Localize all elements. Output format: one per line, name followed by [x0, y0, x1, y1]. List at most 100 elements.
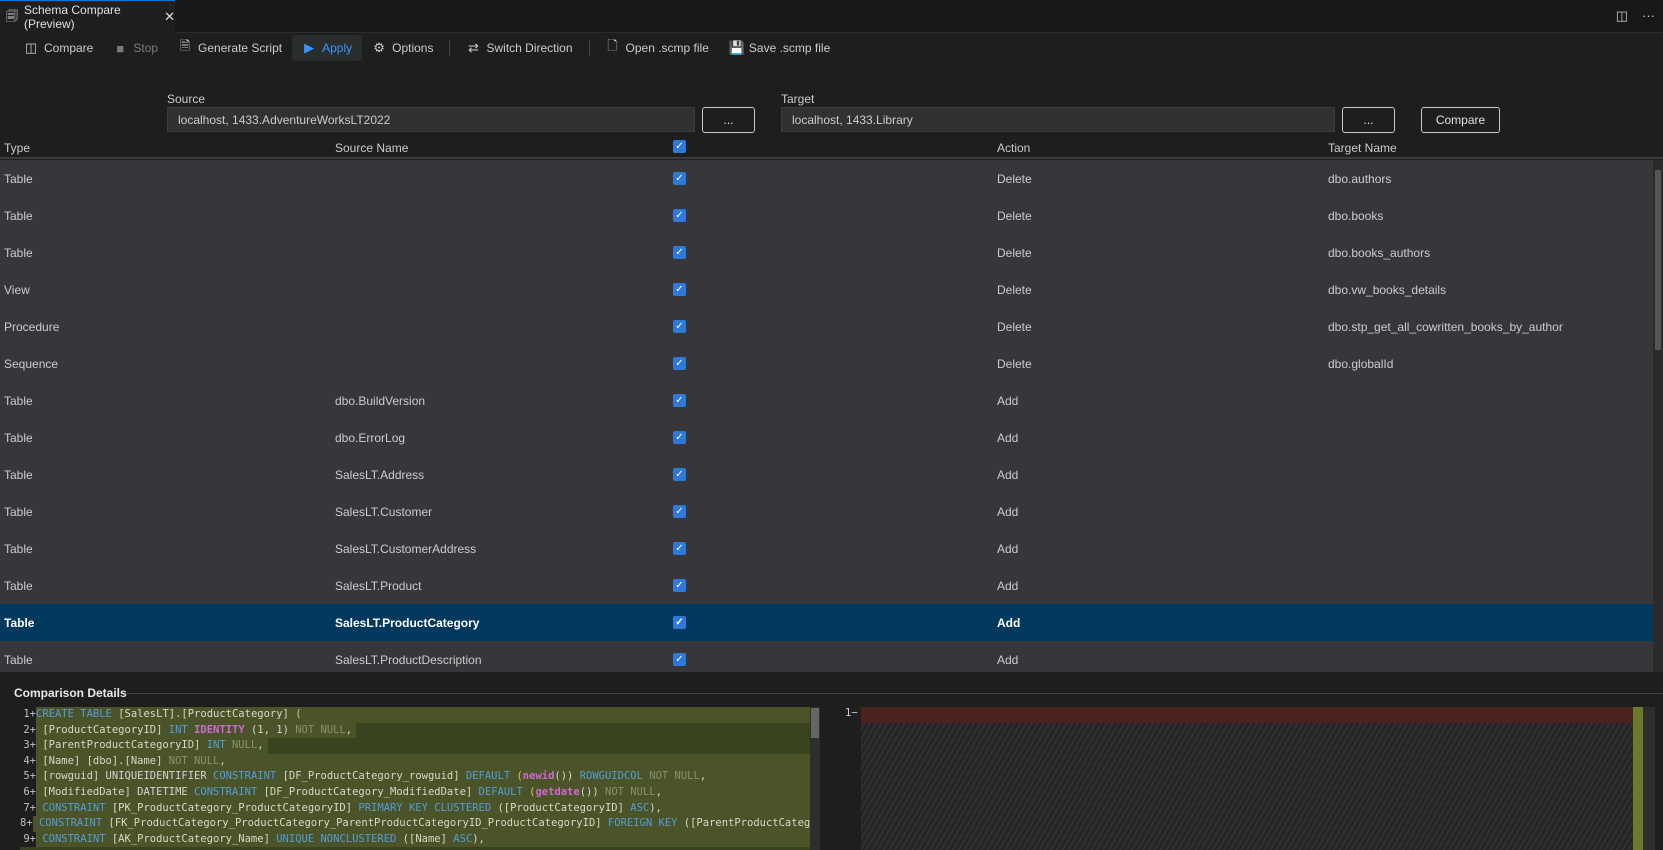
row-include-checkbox[interactable]: ✓	[673, 653, 686, 666]
table-row[interactable]: Table SalesLT.ProductDescription ✓ Add	[0, 641, 1653, 672]
options-button[interactable]: ⚙ Options	[362, 35, 443, 61]
schema-compare-icon: 🗐	[6, 8, 18, 23]
row-action: Delete	[997, 209, 1032, 223]
code-text: [Name] [dbo].[Name] NOT NULL,	[36, 753, 820, 770]
code-text: [ParentProductCategoryID] INT NULL,	[36, 738, 268, 754]
row-source-name: SalesLT.Product	[335, 579, 422, 593]
row-type: Table	[4, 172, 33, 186]
code-line: 2+ [ProductCategoryID] INT IDENTITY (1, …	[20, 722, 820, 739]
row-action: Delete	[997, 320, 1032, 334]
row-source-name: SalesLT.ProductCategory	[335, 616, 480, 630]
table-row[interactable]: Table ✓ Delete dbo.books	[0, 197, 1653, 234]
header-source-name[interactable]: Source Name	[335, 141, 408, 155]
close-tab-icon[interactable]: ✕	[164, 9, 175, 25]
table-row[interactable]: Table SalesLT.ProductCategory ✓ Add	[0, 604, 1653, 641]
table-row[interactable]: View ✓ Delete dbo.vw_books_details	[0, 271, 1653, 308]
select-all-checkbox[interactable]: ✓	[673, 140, 686, 153]
tab-schema-compare[interactable]: 🗐 Schema Compare (Preview) ✕	[0, 0, 175, 33]
save-scmp-file-button[interactable]: 💾 Save .scmp file	[719, 35, 840, 61]
code-token: NOT NULL	[649, 770, 700, 783]
diff-overview-ruler	[1633, 707, 1643, 850]
row-include-checkbox[interactable]: ✓	[673, 431, 686, 444]
row-include-checkbox[interactable]: ✓	[673, 283, 686, 296]
compare-button[interactable]: ◫ Compare	[14, 35, 103, 61]
code-token: (1, 1)	[244, 723, 296, 736]
code-token: FOREIGN KEY	[607, 817, 684, 830]
row-action: Add	[997, 468, 1019, 482]
row-type: Table	[4, 246, 33, 260]
header-type[interactable]: Type	[4, 141, 30, 155]
code-line: 8+ CONSTRAINT [FK_ProductCategory_Produc…	[20, 816, 820, 832]
header-target-name[interactable]: Target Name	[1328, 141, 1397, 155]
compare-button[interactable]: Compare	[1421, 107, 1500, 133]
code-text: [rowguid] UNIQUEIDENTIFIER CONSTRAINT [D…	[36, 769, 820, 785]
stop-button[interactable]: ■ Stop	[103, 35, 168, 61]
row-include-checkbox[interactable]: ✓	[673, 357, 686, 370]
source-input[interactable]: localhost, 1433.AdventureWorksLT2022	[167, 107, 695, 132]
toolbar-label: Generate Script	[198, 41, 283, 55]
code-token: UNIQUE NONCLUSTERED	[276, 832, 403, 845]
row-include-checkbox[interactable]: ✓	[673, 209, 686, 222]
row-include-checkbox[interactable]: ✓	[673, 246, 686, 259]
code-token: CONSTRAINT	[36, 832, 112, 845]
open-scmp-file-button[interactable]: 🗋 Open .scmp file	[596, 35, 719, 61]
toolbar-label: Switch Direction	[486, 41, 573, 55]
source-script-editor[interactable]: 1+ CREATE TABLE [SalesLT].[ProductCategor…	[20, 707, 820, 850]
table-row[interactable]: Procedure ✓ Delete dbo.stp_get_all_cowritte…	[0, 308, 1653, 345]
target-browse-button[interactable]: ...	[1342, 107, 1395, 133]
code-token: [ParentProductCategoryID]	[36, 739, 207, 752]
switch-direction-button[interactable]: ⇄ Switch Direction	[456, 35, 582, 61]
table-row[interactable]: Table ✓ Delete dbo.books_authors	[0, 234, 1653, 271]
row-include-checkbox[interactable]: ✓	[673, 616, 686, 629]
row-target-name: dbo.globalId	[1328, 357, 1394, 371]
code-token: NOT NULL	[295, 723, 346, 736]
switch-icon: ⇄	[468, 40, 479, 55]
source-editor-scrollbar-thumb[interactable]	[811, 708, 819, 738]
play-icon: ▶	[304, 40, 315, 55]
row-include-checkbox[interactable]: ✓	[673, 542, 686, 555]
table-row[interactable]: Table SalesLT.Customer ✓ Add	[0, 493, 1653, 530]
line-number: 3+	[20, 738, 36, 754]
row-action: Delete	[997, 246, 1032, 260]
source-browse-button[interactable]: ...	[702, 107, 755, 133]
grid-scrollbar-thumb[interactable]	[1655, 170, 1661, 350]
table-row[interactable]: Table dbo.BuildVersion ✓ Add	[0, 382, 1653, 419]
table-row[interactable]: Table SalesLT.Address ✓ Add	[0, 456, 1653, 493]
target-input[interactable]: localhost, 1433.Library	[781, 107, 1335, 132]
code-token: ([Name]	[402, 832, 454, 845]
apply-button[interactable]: ▶ Apply	[292, 35, 363, 61]
comparison-details-title: Comparison Details	[14, 686, 127, 700]
code-text: CONSTRAINT [AK_ProductCategory_Name] UNI…	[36, 831, 820, 848]
target-label: Target	[781, 92, 815, 106]
code-token: [rowguid]	[36, 770, 106, 783]
row-type: Table	[4, 579, 33, 593]
generate-script-button[interactable]: 🗎 Generate Script	[168, 35, 292, 61]
row-include-checkbox[interactable]: ✓	[673, 468, 686, 481]
table-row[interactable]: Table SalesLT.CustomerAddress ✓ Add	[0, 530, 1653, 567]
row-action: Delete	[997, 283, 1032, 297]
row-source-name: dbo.BuildVersion	[335, 394, 426, 408]
line-number: 2+	[20, 722, 36, 739]
row-include-checkbox[interactable]: ✓	[673, 505, 686, 518]
table-row[interactable]: Table dbo.ErrorLog ✓ Add	[0, 419, 1653, 456]
toolbar-label: Options	[392, 41, 434, 55]
row-target-name: dbo.books	[1328, 209, 1384, 223]
target-script-editor[interactable]	[861, 707, 1633, 850]
header-action[interactable]: Action	[997, 141, 1030, 155]
target-line-number: 1−	[845, 707, 858, 719]
more-actions-icon[interactable]: ···	[1642, 8, 1655, 24]
table-row[interactable]: Sequence ✓ Delete dbo.globalId	[0, 345, 1653, 382]
target-editor-scrollbar[interactable]	[1643, 707, 1655, 850]
code-token: [SalesLT].[ProductCategory]	[118, 708, 289, 720]
row-include-checkbox[interactable]: ✓	[673, 394, 686, 407]
table-row[interactable]: Table ✓ Delete dbo.authors	[0, 160, 1653, 197]
row-include-checkbox[interactable]: ✓	[673, 172, 686, 185]
row-include-checkbox[interactable]: ✓	[673, 320, 686, 333]
code-line: 9+ CONSTRAINT [AK_ProductCategory_Name] …	[20, 831, 820, 848]
split-editor-icon[interactable]: ◫	[1616, 8, 1628, 24]
save-icon: 💾	[728, 40, 746, 55]
row-include-checkbox[interactable]: ✓	[673, 579, 686, 592]
code-token: ,	[257, 739, 264, 752]
code-line: 3+ [ParentProductCategoryID] INT NULL,	[20, 738, 820, 754]
table-row[interactable]: Table SalesLT.Product ✓ Add	[0, 567, 1653, 604]
